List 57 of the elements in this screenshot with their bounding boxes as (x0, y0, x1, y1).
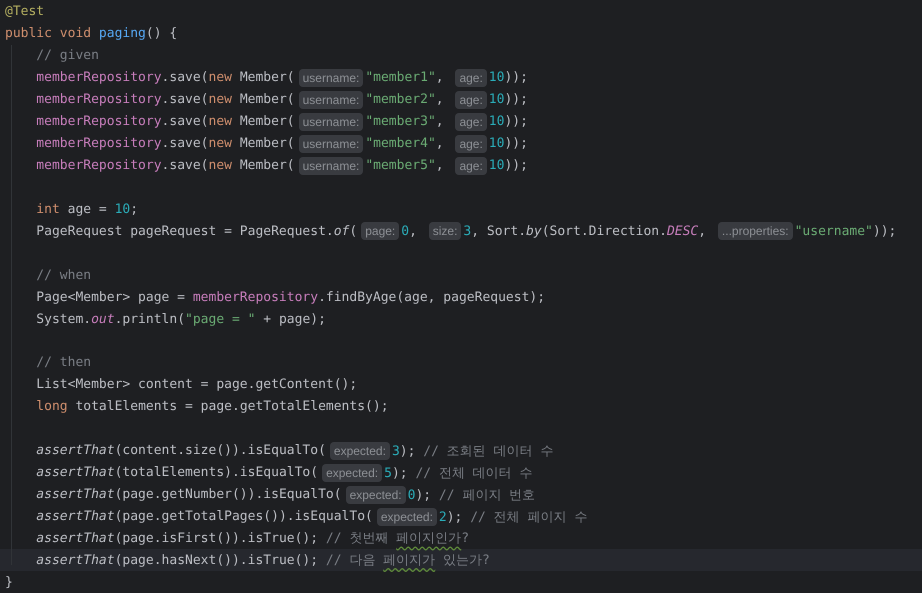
parameter-hint: age: (455, 134, 487, 153)
parameter-hint: age: (455, 156, 487, 175)
parameter-hint: expected: (376, 508, 437, 526)
code-text: 0); // 페이지 번호 (408, 486, 536, 504)
parameter-hint: username: (298, 134, 364, 153)
code-text: "member1", (365, 70, 445, 86)
code-text: assertThat(page.isFirst()).isTrue(); // 첫번째 페이지인가? (35, 530, 470, 548)
code-text: "member5", (365, 158, 445, 174)
code-text: memberRepository.save(new Member( (35, 70, 295, 86)
code-text: public void paging() { (5, 26, 178, 42)
code-text: int age = 10; (35, 202, 138, 217)
code-text: "username")); (794, 224, 896, 239)
code-text: memberRepository.save(new Member( (35, 114, 295, 130)
code-text: memberRepository.save(new Member( (35, 136, 295, 152)
parameter-hint: expected: (330, 442, 390, 460)
parameter-hint: expected: (346, 486, 406, 504)
code-text: "member2", (365, 92, 445, 108)
code-text: 3); // 조회된 데이터 수 (392, 442, 554, 460)
parameter-hint: age: (455, 90, 487, 109)
code-text: 5); // 전체 데이터 수 (384, 464, 533, 482)
parameter-hint: age: (455, 68, 487, 87)
code-text: Page<Member> page = memberRepository.findByAge(age, pageRequest); (35, 290, 546, 305)
code-text: 2); // 전체 페이지 수 (438, 508, 588, 526)
parameter-hint: size: (428, 222, 462, 240)
parameter-hint: username: (298, 90, 364, 109)
parameter-hint: username: (298, 68, 364, 87)
code-text: "member4", (365, 136, 445, 152)
code-text: 3, Sort.by(Sort.Direction.DESC, (463, 224, 708, 239)
code-text: assertThat(page.getTotalPages()).isEqualTo( (35, 509, 373, 524)
code-text: long totalElements = page.getTotalElements(); (35, 399, 389, 414)
code-text: System.out.println("page = " + page); (35, 312, 326, 327)
code-text: assertThat(page.hasNext()).isTrue(); // 다음 페이지가 있는가? (35, 552, 490, 570)
code-text: PageRequest pageRequest = PageRequest.of( (35, 224, 358, 239)
parameter-hint: age: (455, 112, 487, 131)
parameter-hint: expected: (322, 464, 382, 482)
code-text: 10)); (488, 114, 528, 130)
code-text: @Test (5, 4, 44, 20)
code-text: // when (35, 268, 92, 283)
code-text: assertThat(content.size()).isEqualTo( (35, 443, 326, 458)
code-text: // then (35, 355, 92, 370)
code-text: // given (35, 48, 99, 64)
parameter-hint: username: (298, 112, 364, 131)
code-text: List<Member> content = page.getContent(); (35, 377, 358, 392)
code-text: assertThat(page.getNumber()).isEqualTo( (35, 487, 342, 502)
code-text: memberRepository.save(new Member( (35, 92, 295, 108)
code-text: memberRepository.save(new Member( (35, 158, 295, 174)
code-text: 10)); (488, 158, 528, 174)
code-text: 0, (401, 224, 418, 239)
parameter-hint: username: (298, 156, 364, 175)
code-text: } (5, 574, 13, 590)
parameter-hint: ...properties: (718, 222, 793, 240)
code-text: "member3", (365, 114, 445, 130)
code-text: 10)); (488, 92, 528, 108)
parameter-hint: page: (361, 222, 400, 240)
code-text: assertThat(totalElements).isEqualTo( (35, 465, 318, 480)
code-text: 10)); (488, 70, 528, 86)
code-text: 10)); (488, 136, 528, 152)
